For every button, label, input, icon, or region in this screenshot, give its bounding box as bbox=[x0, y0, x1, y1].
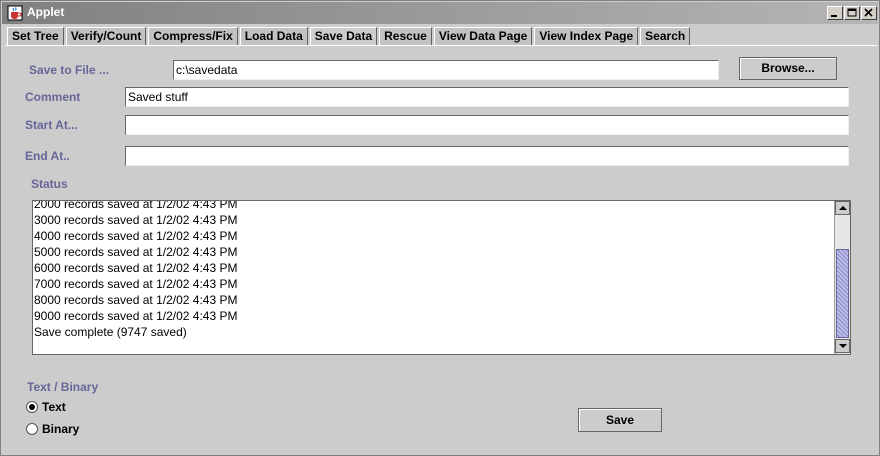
radio-selected-icon bbox=[26, 401, 38, 413]
text-radio[interactable]: Text bbox=[26, 400, 66, 414]
status-line: 2000 records saved at 1/2/02 4:43 PM bbox=[34, 200, 238, 211]
tab-set-tree[interactable]: Set Tree bbox=[7, 27, 64, 45]
end-at-label: End At.. bbox=[25, 149, 70, 163]
arrow-up-icon bbox=[838, 206, 847, 210]
binary-radio-label: Binary bbox=[42, 422, 80, 436]
status-line: Save complete (9747 saved) bbox=[34, 325, 187, 339]
binary-radio[interactable]: Binary bbox=[26, 422, 79, 436]
maximize-icon bbox=[847, 8, 857, 17]
tab-view-data-page[interactable]: View Data Page bbox=[433, 27, 533, 45]
java-cup-icon bbox=[7, 5, 23, 21]
minimize-icon bbox=[831, 15, 837, 17]
text-binary-label: Text / Binary bbox=[27, 380, 99, 394]
close-icon bbox=[864, 8, 873, 17]
text-radio-label: Text bbox=[42, 400, 66, 414]
end-at-input[interactable] bbox=[125, 146, 849, 166]
status-label: Status bbox=[31, 177, 68, 191]
status-line: 6000 records saved at 1/2/02 4:43 PM bbox=[34, 261, 238, 275]
tab-strip: Set Tree Verify/Count Compress/Fix Load … bbox=[7, 27, 692, 46]
browse-button[interactable]: Browse... bbox=[739, 57, 837, 80]
tab-load-data[interactable]: Load Data bbox=[239, 27, 308, 45]
scroll-up-button[interactable] bbox=[835, 201, 850, 215]
tab-search[interactable]: Search bbox=[640, 27, 691, 45]
status-log[interactable]: 2000 records saved at 1/2/02 4:43 PM 300… bbox=[32, 200, 851, 355]
save-to-file-input[interactable]: c:\savedata bbox=[173, 60, 719, 80]
start-at-input[interactable] bbox=[125, 115, 849, 135]
tab-view-index-page[interactable]: View Index Page bbox=[534, 27, 639, 45]
comment-label: Comment bbox=[25, 90, 81, 104]
status-lines: 2000 records saved at 1/2/02 4:43 PM 300… bbox=[34, 200, 834, 340]
minimize-button[interactable] bbox=[827, 6, 843, 20]
save-button[interactable]: Save bbox=[578, 408, 662, 432]
maximize-button[interactable] bbox=[844, 6, 860, 20]
status-scrollbar[interactable] bbox=[834, 201, 850, 354]
save-to-file-label: Save to File ... bbox=[29, 63, 110, 77]
start-at-label: Start At... bbox=[25, 118, 78, 132]
tab-save-data[interactable]: Save Data bbox=[309, 27, 378, 46]
status-line: 9000 records saved at 1/2/02 4:43 PM bbox=[34, 309, 238, 323]
scroll-thumb[interactable] bbox=[836, 249, 849, 338]
title-bar[interactable]: Applet bbox=[2, 2, 878, 24]
title-bar-fill bbox=[2, 2, 878, 24]
tab-rescue[interactable]: Rescue bbox=[379, 27, 432, 45]
radio-unselected-icon bbox=[26, 423, 38, 435]
window-title: Applet bbox=[27, 5, 65, 19]
tab-compress-fix[interactable]: Compress/Fix bbox=[148, 27, 238, 45]
scroll-down-button[interactable] bbox=[835, 339, 850, 353]
comment-input[interactable]: Saved stuff bbox=[125, 87, 849, 107]
close-button[interactable] bbox=[861, 6, 877, 20]
status-line: 8000 records saved at 1/2/02 4:43 PM bbox=[34, 293, 238, 307]
status-line: 3000 records saved at 1/2/02 4:43 PM bbox=[34, 213, 238, 227]
applet-window: Applet Set Tree Verify/Count Compress/Fi… bbox=[0, 0, 880, 456]
status-line: 4000 records saved at 1/2/02 4:43 PM bbox=[34, 229, 238, 243]
arrow-down-icon bbox=[838, 344, 847, 348]
status-line: 7000 records saved at 1/2/02 4:43 PM bbox=[34, 277, 238, 291]
status-line: 5000 records saved at 1/2/02 4:43 PM bbox=[34, 245, 238, 259]
tab-divider bbox=[5, 45, 877, 46]
tab-verify-count[interactable]: Verify/Count bbox=[65, 27, 147, 45]
